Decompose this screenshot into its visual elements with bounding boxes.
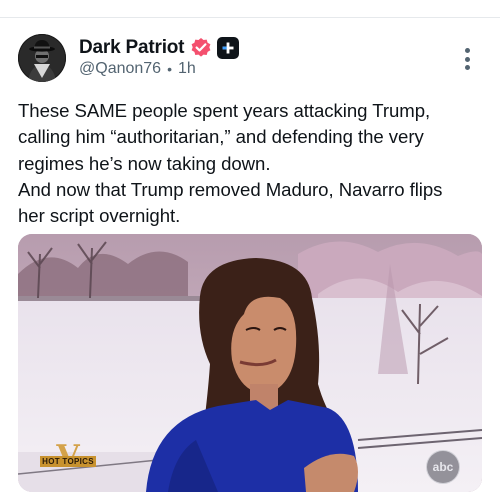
post-text-line: And now that Trump removed Maduro, Navar… [18, 178, 443, 200]
avatar[interactable] [18, 34, 66, 82]
post-media-image[interactable]: V HOT TOPICS abc [18, 234, 482, 492]
avatar-image [18, 34, 66, 82]
author-meta-row: @Qanon76 • 1h [79, 60, 196, 78]
post-text: These SAME people spent years attacking … [18, 98, 486, 229]
display-name[interactable]: Dark Patriot [79, 37, 185, 59]
meta-separator: • [167, 61, 172, 77]
more-vertical-icon-dot [464, 56, 470, 62]
author-name-row: Dark Patriot [79, 36, 240, 60]
verified-badge-icon [190, 37, 212, 59]
show-logo-label: HOT TOPICS [40, 456, 96, 467]
more-vertical-icon-dot [464, 48, 470, 53]
more-vertical-icon-dot [464, 65, 470, 70]
top-divider [0, 17, 500, 18]
post-text-line: her script overnight. [18, 205, 181, 227]
post-text-line: These SAME people spent years attacking … [18, 100, 431, 121]
more-options-button[interactable] [462, 48, 472, 70]
network-logo: abc [426, 450, 460, 484]
post-text-line: calling him “authoritarian,” and defendi… [18, 126, 424, 148]
plus-badge-icon [217, 37, 240, 59]
post-text-line: regimes he’s now taking down. [18, 152, 271, 174]
post-timestamp[interactable]: 1h [178, 60, 196, 78]
author-handle[interactable]: @Qanon76 [79, 60, 161, 78]
show-logo: V HOT TOPICS [40, 440, 96, 480]
